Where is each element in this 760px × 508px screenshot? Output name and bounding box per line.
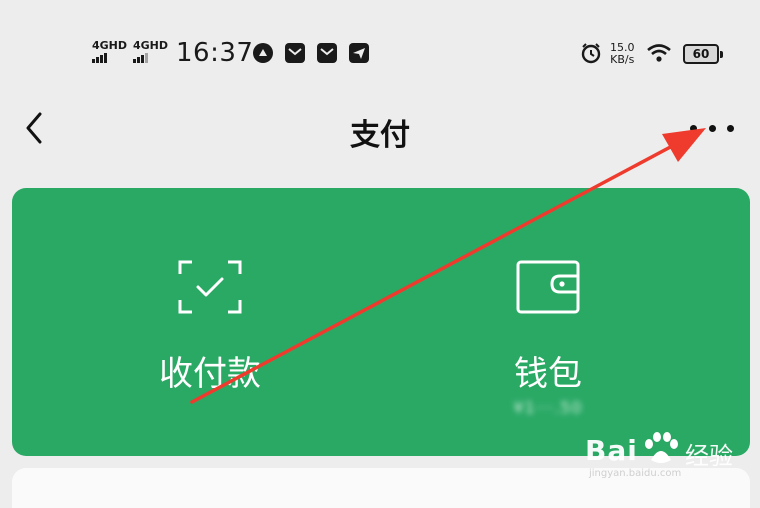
- watermark: Bai 经验 jingyan.baidu.com: [585, 420, 745, 480]
- wifi-icon: [647, 44, 671, 62]
- nav-bar: 支付: [0, 100, 760, 160]
- telegram-icon: [349, 43, 369, 63]
- alarm-icon: [581, 43, 601, 64]
- battery-icon: 60: [683, 44, 723, 64]
- payment-card: 收付款 钱包 ¥1···.50: [12, 188, 750, 456]
- watermark-url: jingyan.baidu.com: [589, 468, 682, 479]
- mail-icon: [285, 43, 305, 63]
- paw-icon: [645, 432, 678, 463]
- clock: 16:37: [176, 38, 254, 68]
- wallet-button[interactable]: 钱包 ¥1···.50: [398, 188, 698, 456]
- watermark-brand: Bai: [585, 434, 638, 467]
- page-title: 支付: [350, 118, 410, 153]
- watermark-cn: 经验: [685, 442, 733, 470]
- mail-icon: [317, 43, 337, 63]
- status-bar: 4GHD 4GHD 16:37 15.0 KB/s 60: [0, 0, 760, 100]
- wallet-icon: [516, 260, 580, 314]
- app-icon: [253, 43, 273, 63]
- receive-pay-label: 收付款: [159, 354, 261, 394]
- receive-pay-button[interactable]: 收付款: [60, 188, 360, 456]
- wallet-balance: ¥1···.50: [513, 398, 583, 417]
- network-indicator-2: 4GHD: [133, 40, 168, 63]
- network-speed: 15.0 KB/s: [610, 41, 635, 66]
- scan-check-icon: [178, 260, 242, 314]
- more-dots-icon[interactable]: [690, 114, 734, 142]
- network-indicator-1: 4GHD: [92, 40, 127, 63]
- wallet-label: 钱包: [514, 354, 582, 394]
